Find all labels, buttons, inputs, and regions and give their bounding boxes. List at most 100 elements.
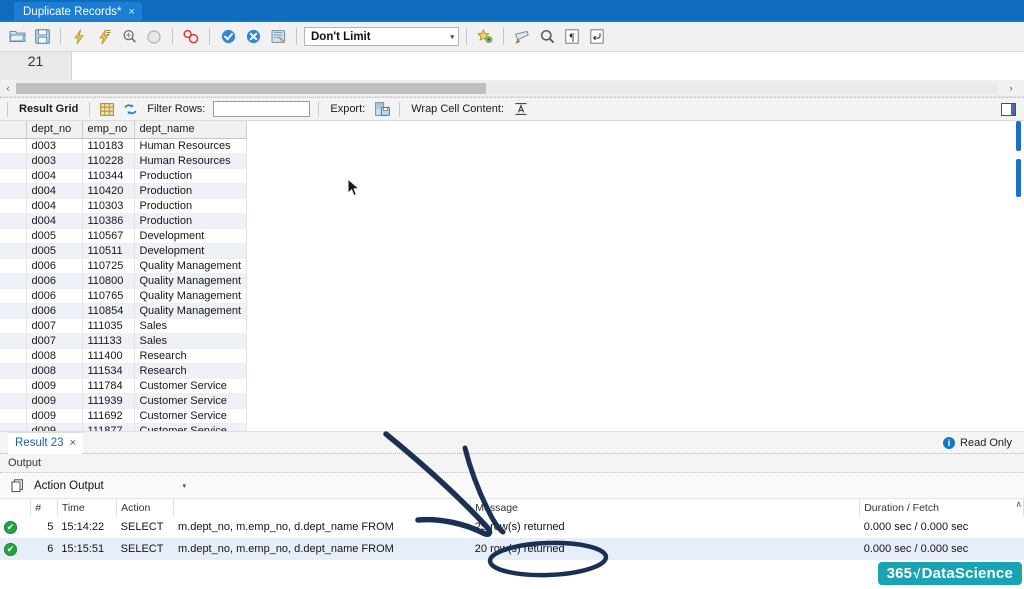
row-selector-cell[interactable] xyxy=(0,393,26,408)
cell-dept-name[interactable]: Quality Management xyxy=(134,258,247,273)
document-tab-duplicate-records[interactable]: Duplicate Records* × xyxy=(14,2,142,22)
autocommit-icon[interactable] xyxy=(267,26,289,48)
stop-execution-icon[interactable] xyxy=(143,26,165,48)
chevron-down-icon[interactable]: ▾ xyxy=(450,33,454,41)
output-cell-duration[interactable]: 0.000 sec / 0.000 sec xyxy=(860,538,1024,560)
cell-dept-no[interactable]: d009 xyxy=(26,393,82,408)
row-selector-cell[interactable] xyxy=(0,228,26,243)
row-selector-cell[interactable] xyxy=(0,348,26,363)
output-type-selector[interactable]: Action Output ▾ xyxy=(34,480,186,492)
scroll-left-icon[interactable]: ‹ xyxy=(0,83,16,93)
table-row[interactable]: d009111877Customer Service xyxy=(0,423,247,431)
cell-dept-name[interactable]: Research xyxy=(134,363,247,378)
row-selector-cell[interactable] xyxy=(0,288,26,303)
cell-emp-no[interactable]: 111133 xyxy=(82,333,134,348)
rollback-icon[interactable] xyxy=(242,26,264,48)
cell-dept-no[interactable]: d009 xyxy=(26,408,82,423)
cell-dept-name[interactable]: Quality Management xyxy=(134,288,247,303)
cell-emp-no[interactable]: 110765 xyxy=(82,288,134,303)
scroll-right-icon[interactable]: › xyxy=(998,83,1024,93)
row-selector-cell[interactable] xyxy=(0,378,26,393)
table-row[interactable]: d004110420Production xyxy=(0,183,247,198)
output-row[interactable]: ✔515:14:22SELECTm.dept_no, m.emp_no, d.d… xyxy=(0,516,1024,538)
output-column-duration[interactable]: Duration / Fetch xyxy=(860,499,1024,516)
table-row[interactable]: d007111035Sales xyxy=(0,318,247,333)
cell-dept-no[interactable]: d006 xyxy=(26,288,82,303)
output-cell-number[interactable]: 6 xyxy=(31,538,58,560)
scroll-up-icon[interactable]: ∧ xyxy=(1015,499,1022,510)
row-selector-cell[interactable] xyxy=(0,303,26,318)
row-selector-cell[interactable] xyxy=(0,243,26,258)
cell-emp-no[interactable]: 110725 xyxy=(82,258,134,273)
cell-dept-no[interactable]: d004 xyxy=(26,183,82,198)
table-row[interactable]: d008111534Research xyxy=(0,363,247,378)
cell-dept-no[interactable]: d008 xyxy=(26,363,82,378)
table-row[interactable]: d004110386Production xyxy=(0,213,247,228)
output-cell-action[interactable]: SELECT xyxy=(117,516,174,538)
explain-query-icon[interactable] xyxy=(118,26,140,48)
cell-dept-no[interactable]: d007 xyxy=(26,318,82,333)
cell-emp-no[interactable]: 110800 xyxy=(82,273,134,288)
cell-emp-no[interactable]: 110567 xyxy=(82,228,134,243)
cell-emp-no[interactable]: 111784 xyxy=(82,378,134,393)
find-icon[interactable] xyxy=(536,26,558,48)
cell-dept-name[interactable]: Sales xyxy=(134,318,247,333)
beautify-query-icon[interactable] xyxy=(511,26,533,48)
cell-dept-name[interactable]: Customer Service xyxy=(134,378,247,393)
toggle-wrapping-icon[interactable] xyxy=(586,26,608,48)
row-selector-cell[interactable] xyxy=(0,318,26,333)
cell-dept-no[interactable]: d004 xyxy=(26,168,82,183)
toggle-bookmark-icon[interactable] xyxy=(474,26,496,48)
output-cell-sql[interactable]: m.dept_no, m.emp_no, d.dept_name FROM xyxy=(174,516,471,538)
refresh-icon[interactable] xyxy=(121,100,139,118)
toggle-invisible-chars-icon[interactable]: ¶ xyxy=(561,26,583,48)
cell-dept-name[interactable]: Production xyxy=(134,213,247,228)
cell-dept-name[interactable]: Human Resources xyxy=(134,138,247,153)
output-cell-message[interactable]: 20 row(s) returned xyxy=(471,538,860,560)
output-column-message[interactable]: Message xyxy=(471,499,860,516)
open-file-icon[interactable] xyxy=(6,26,28,48)
export-icon[interactable] xyxy=(373,100,391,118)
close-icon[interactable]: × xyxy=(70,437,76,449)
cell-dept-name[interactable]: Customer Service xyxy=(134,408,247,423)
table-row[interactable]: d008111400Research xyxy=(0,348,247,363)
row-limit-selector[interactable]: Don't Limit ▾ xyxy=(304,27,459,46)
output-cell-time[interactable]: 15:14:22 xyxy=(57,516,116,538)
cell-dept-no[interactable]: d006 xyxy=(26,303,82,318)
cell-dept-no[interactable]: d009 xyxy=(26,423,82,431)
row-selector-cell[interactable] xyxy=(0,423,26,431)
row-selector-cell[interactable] xyxy=(0,138,26,153)
row-selector-cell[interactable] xyxy=(0,333,26,348)
table-row[interactable]: d006110725Quality Management xyxy=(0,258,247,273)
row-selector-cell[interactable] xyxy=(0,168,26,183)
output-cell-number[interactable]: 5 xyxy=(31,516,58,538)
cell-dept-name[interactable]: Development xyxy=(134,243,247,258)
cell-dept-no[interactable]: d004 xyxy=(26,198,82,213)
cell-dept-no[interactable]: d009 xyxy=(26,378,82,393)
cell-dept-no[interactable]: d007 xyxy=(26,333,82,348)
table-row[interactable]: d006110765Quality Management xyxy=(0,288,247,303)
cell-emp-no[interactable]: 110183 xyxy=(82,138,134,153)
output-cell-sql[interactable]: m.dept_no, m.emp_no, d.dept_name FROM xyxy=(174,538,471,560)
cell-dept-no[interactable]: d003 xyxy=(26,153,82,168)
cell-dept-name[interactable]: Research xyxy=(134,348,247,363)
output-row[interactable]: ✔615:15:51SELECTm.dept_no, m.emp_no, d.d… xyxy=(0,538,1024,560)
table-row[interactable]: d003110183Human Resources xyxy=(0,138,247,153)
table-row[interactable]: d005110567Development xyxy=(0,228,247,243)
cell-dept-name[interactable]: Production xyxy=(134,198,247,213)
cell-dept-name[interactable]: Customer Service xyxy=(134,423,247,431)
row-selector-header[interactable] xyxy=(0,121,26,138)
grid-view-icon[interactable] xyxy=(98,100,116,118)
table-row[interactable]: d004110303Production xyxy=(0,198,247,213)
execute-statement-icon[interactable] xyxy=(68,26,90,48)
cell-dept-no[interactable]: d006 xyxy=(26,273,82,288)
cell-emp-no[interactable]: 110854 xyxy=(82,303,134,318)
table-row[interactable]: d004110344Production xyxy=(0,168,247,183)
output-column-action[interactable]: Action xyxy=(117,499,174,516)
output-cell-action[interactable]: SELECT xyxy=(117,538,174,560)
cell-dept-name[interactable]: Sales xyxy=(134,333,247,348)
table-row[interactable]: d005110511Development xyxy=(0,243,247,258)
table-row[interactable]: d003110228Human Resources xyxy=(0,153,247,168)
row-selector-cell[interactable] xyxy=(0,408,26,423)
output-cell-message[interactable]: 25 row(s) returned xyxy=(471,516,860,538)
